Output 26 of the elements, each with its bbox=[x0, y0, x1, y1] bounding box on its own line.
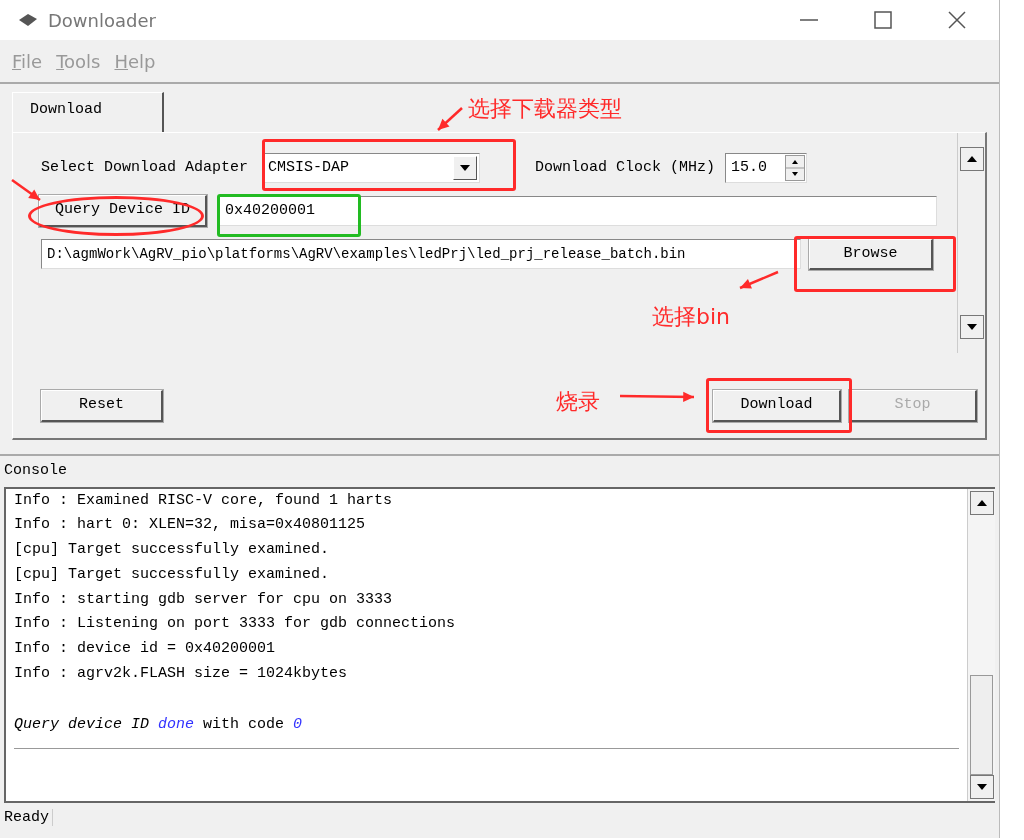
device-id-field[interactable]: 0x40200001 bbox=[219, 195, 937, 226]
window-title: Downloader bbox=[48, 8, 156, 33]
console-line: Info : device id = 0x40200001 bbox=[14, 639, 277, 660]
adapter-label: Select Download Adapter bbox=[41, 157, 249, 178]
console-line: Info : Examined RISC-V core, found 1 harts bbox=[14, 490, 394, 511]
browse-button[interactable]: Browse bbox=[809, 238, 933, 270]
clock-label: Download Clock (MHz) bbox=[535, 157, 716, 178]
console-line: Query device ID done with code 0 bbox=[14, 714, 304, 735]
console-line: Info : starting gdb server for cpu on 3333 bbox=[14, 589, 394, 610]
console-line: [cpu] Target successfully examined. bbox=[14, 540, 331, 561]
console-line: Info : Listening on port 3333 for gdb connections bbox=[14, 614, 457, 635]
download-button[interactable]: Download bbox=[713, 390, 841, 422]
annotation-label: 选择下载器类型 bbox=[468, 95, 622, 123]
console-line: Info : agrv2k.FLASH size = 1024kbytes bbox=[14, 664, 349, 685]
file-path-field[interactable]: D:\agmWork\AgRV_pio\platforms\AgRV\examples\ledPrj\led_prj_release_batch.bin bbox=[41, 239, 801, 270]
annotation-label: 烧录 bbox=[556, 388, 600, 416]
console-line: Info : hart 0: XLEN=32, misa=0x40801125 bbox=[14, 515, 367, 536]
reset-button[interactable]: Reset bbox=[41, 390, 163, 422]
stop-button: Stop bbox=[849, 390, 977, 422]
console-line: [cpu] Target successfully examined. bbox=[14, 564, 331, 585]
adapter-dropdown[interactable]: CMSIS-DAP bbox=[262, 153, 481, 183]
status-text: Ready bbox=[4, 808, 53, 826]
tab[interactable]: Download bbox=[12, 92, 164, 132]
console-label: Console bbox=[4, 462, 67, 479]
annotation-label: 选择bin bbox=[652, 303, 731, 331]
clock-spinner[interactable]: 15.0 bbox=[725, 153, 808, 183]
